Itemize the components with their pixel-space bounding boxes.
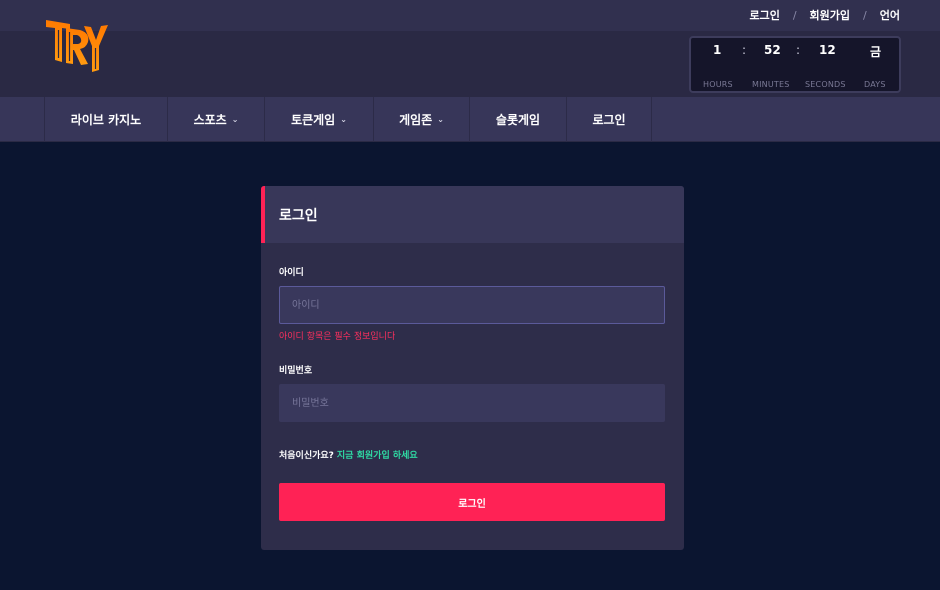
countdown-hours-label: HOURS (703, 80, 733, 89)
countdown-minutes-label: MINUTES (752, 80, 790, 89)
top-utility-bar: 로그인 / 회원가입 / 언어 (0, 0, 940, 31)
login-card-header: 로그인 (261, 186, 684, 243)
chevron-down-icon: ⌄ (437, 115, 444, 124)
countdown-colon: : (796, 43, 801, 57)
countdown-timer: 1 : 52 : 12 금 HOURS MINUTES SECONDS DAYS (689, 36, 901, 93)
id-label: 아이디 (279, 268, 304, 278)
signup-link[interactable]: 지금 회원가입 하세요 (337, 451, 418, 461)
countdown-seconds-label: SECONDS (805, 80, 846, 89)
nav-item-sports[interactable]: 스포츠 ⌄ (167, 97, 264, 142)
nav-item-token-game[interactable]: 토큰게임 ⌄ (264, 97, 373, 142)
nav-item-label: 스포츠 (193, 113, 227, 127)
password-label: 비밀번호 (279, 366, 313, 376)
nav-item-label: 토큰게임 (291, 113, 336, 127)
chevron-down-icon: ⌄ (340, 115, 347, 124)
separator: / (863, 8, 867, 22)
countdown-seconds: 12 (819, 43, 836, 57)
countdown-hours: 1 (713, 43, 722, 57)
countdown-day: 금 (870, 45, 882, 59)
nav-item-label: 라이브 카지노 (70, 113, 142, 127)
top-signup-link[interactable]: 회원가입 (810, 7, 850, 23)
nav-item-game-zone[interactable]: 게임존 ⌄ (373, 97, 469, 142)
countdown-colon: : (742, 43, 747, 57)
main-nav: 라이브 카지노 스포츠 ⌄ 토큰게임 ⌄ 게임존 ⌄ 슬롯게임 로그인 (0, 97, 940, 142)
id-input[interactable] (279, 286, 665, 324)
login-button[interactable]: 로그인 (279, 483, 665, 521)
nav-item-label: 로그인 (592, 113, 626, 127)
nav-item-slot-game[interactable]: 슬롯게임 (469, 97, 566, 142)
nav-item-login[interactable]: 로그인 (566, 97, 652, 142)
nav-item-live-casino[interactable]: 라이브 카지노 (44, 97, 167, 142)
signup-prompt: 처음이신가요? 지금 회원가입 하세요 (279, 448, 418, 461)
signup-question: 처음이신가요? (279, 451, 334, 461)
login-card-title: 로그인 (279, 208, 318, 224)
password-input[interactable] (279, 384, 665, 422)
countdown-minutes: 52 (764, 43, 781, 57)
top-links: 로그인 / 회원가입 / 언어 (749, 7, 900, 23)
chevron-down-icon: ⌄ (231, 115, 239, 124)
id-error-message: 아이디 항목은 필수 정보입니다 (279, 332, 396, 342)
countdown-days-label: DAYS (864, 80, 886, 89)
nav-item-label: 슬롯게임 (495, 113, 541, 127)
top-language-link[interactable]: 언어 (880, 7, 900, 23)
nav-item-label: 게임존 (399, 113, 433, 127)
try-logo-icon[interactable] (44, 16, 110, 80)
separator: / (792, 8, 797, 22)
top-login-link[interactable]: 로그인 (749, 7, 779, 23)
login-card: 로그인 아이디 아이디 항목은 필수 정보입니다 비밀번호 처음이신가요?지금 … (261, 186, 684, 550)
